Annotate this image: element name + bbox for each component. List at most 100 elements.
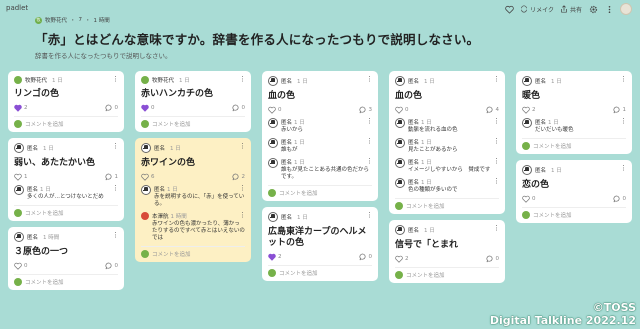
comment-menu-icon[interactable]: ⋮ <box>620 118 627 125</box>
add-comment-field[interactable]: コメントを追加 <box>522 138 626 150</box>
post-title: 血の色 <box>395 91 423 101</box>
comment-count-button[interactable]: 4 <box>486 106 499 114</box>
add-comment-field[interactable]: コメントを追加 <box>14 116 118 128</box>
comment-count-button[interactable]: 0 <box>105 104 119 112</box>
add-comment-placeholder: コメントを追加 <box>533 144 572 150</box>
add-comment-field[interactable]: コメントを追加 <box>268 265 372 277</box>
like-button[interactable]: 1 <box>14 173 28 181</box>
comment-menu-icon[interactable]: ⋮ <box>366 118 373 125</box>
anonymous-avatar-icon <box>522 118 532 128</box>
comment-menu-icon[interactable]: ⋮ <box>493 178 500 185</box>
share-button[interactable]: 共有 <box>560 5 582 14</box>
comment-count-button[interactable]: 0 <box>486 255 499 263</box>
post-card[interactable]: 匿名 1 日 ⋮ 恋の色 0 0 コメントを追加 <box>516 160 632 223</box>
comment-count: 0 <box>114 105 119 111</box>
heart-icon[interactable] <box>504 4 514 14</box>
anonymous-avatar-icon <box>268 138 278 148</box>
add-comment-field[interactable]: コメントを追加 <box>522 207 626 219</box>
post-card[interactable]: 匿名 1 時間 ⋮ ３原色の一つ 0 0 コメントを追加 <box>8 227 124 290</box>
comment-menu-icon[interactable]: ⋮ <box>366 158 373 165</box>
post-menu-icon[interactable]: ⋮ <box>493 225 500 232</box>
post-menu-icon[interactable]: ⋮ <box>239 76 246 83</box>
post-card[interactable]: 匿名 1 日 ⋮ 血の色 0 3 匿名 1 日赤いから ⋮ 匿名 1 日誰もが ⋮ 匿名 1 日誰もが見た… <box>262 71 378 201</box>
post-header: 匿名 1 日 ⋮ <box>268 76 373 86</box>
post-menu-icon[interactable]: ⋮ <box>493 76 500 83</box>
comment-count-button[interactable]: 0 <box>105 262 119 270</box>
like-button[interactable]: 0 <box>268 106 282 114</box>
comment-author: 本澤航 <box>152 214 169 220</box>
like-button[interactable]: 0 <box>14 262 28 270</box>
comment-author: 匿名 <box>154 187 166 193</box>
post-menu-icon[interactable]: ⋮ <box>366 76 373 83</box>
post-header: 匿名 1 日 ⋮ <box>14 143 119 153</box>
comment-text: 見たことがあるから <box>408 147 458 153</box>
post-author: 匿名 <box>27 146 39 152</box>
watermark-copyright: ©TOSS <box>592 301 636 314</box>
post-card[interactable]: 牧野花代 1 日 ⋮ 赤いハンカチの色 0 0 コメントを追加 <box>135 71 251 132</box>
post-card[interactable]: 匿名 1 日 ⋮ 弱い、あたたかい色 1 1 匿名 1 日多くの人が…とつけないとだめ ⋮ コメン… <box>8 138 124 221</box>
add-comment-field[interactable]: コメントを追加 <box>14 274 118 286</box>
like-button[interactable]: 2 <box>14 104 28 112</box>
post-title: 暖色 <box>522 91 541 101</box>
like-button[interactable]: 0 <box>395 106 409 114</box>
post-menu-icon[interactable]: ⋮ <box>112 143 119 150</box>
like-button[interactable]: 2 <box>268 253 282 261</box>
comment-menu-icon[interactable]: ⋮ <box>366 138 373 145</box>
current-user-avatar <box>141 250 149 258</box>
post-card[interactable]: 匿名 1 日 ⋮ 広島東洋カープのヘルメットの色 2 0 コメントを追加 <box>262 207 378 281</box>
watermark: ©TOSS Digital Talkline 2022.12 <box>490 301 636 327</box>
post-menu-icon[interactable]: ⋮ <box>620 76 627 83</box>
add-comment-field[interactable]: コメントを追加 <box>395 198 499 210</box>
post-menu-icon[interactable]: ⋮ <box>239 143 246 150</box>
comment-menu-icon[interactable]: ⋮ <box>493 158 500 165</box>
comment-count-button[interactable]: 0 <box>232 104 245 112</box>
post-title: 広島東洋カープのヘルメットの色 <box>268 227 367 248</box>
heart-icon <box>268 253 276 261</box>
comment-menu-icon[interactable]: ⋮ <box>493 138 500 145</box>
comment-count-button[interactable]: 1 <box>105 173 118 181</box>
add-comment-field[interactable]: コメントを追加 <box>268 185 372 197</box>
user-avatar[interactable] <box>620 3 632 15</box>
comment-count-button[interactable]: 0 <box>359 253 372 261</box>
like-button[interactable]: 0 <box>522 195 536 203</box>
post-menu-icon[interactable]: ⋮ <box>366 212 373 219</box>
post-card[interactable]: 匿名 1 日 ⋮ 赤ワインの色 6 2 匿名 1 日赤を説明するのに、「赤」を使っている。 ⋮ 本… <box>135 138 251 262</box>
comment-count: 0 <box>114 263 119 269</box>
post-menu-icon[interactable]: ⋮ <box>112 232 119 239</box>
comment-bubble-icon <box>613 106 620 114</box>
post-stats: 00 <box>14 262 118 270</box>
add-comment-field[interactable]: コメントを追加 <box>141 116 245 128</box>
comment-count-button[interactable]: 0 <box>613 195 626 203</box>
board-meta: 牧 牧野花代 ・ 7 ・ 1 時間 <box>35 16 479 24</box>
post-card[interactable]: 牧野花代 1 日 ⋮ リンゴの色 2 0 コメントを追加 <box>8 71 124 132</box>
post-menu-icon[interactable]: ⋮ <box>112 76 119 83</box>
like-button[interactable]: 6 <box>141 173 155 181</box>
post-card[interactable]: 匿名 1 日 ⋮ 血の色 0 4 匿名 1 日動脈を流れる血の色 ⋮ 匿名 1 日見たことがあるから… <box>389 71 505 214</box>
current-user-avatar <box>268 189 276 197</box>
padlet-logo[interactable]: padlet <box>6 4 28 12</box>
comment-time: 1 日 <box>421 180 432 186</box>
settings-gear-icon[interactable] <box>588 4 598 14</box>
comment-author: 匿名 <box>535 120 547 126</box>
like-button[interactable]: 2 <box>395 255 409 263</box>
like-button[interactable]: 2 <box>522 106 536 114</box>
comment-text: 誰もが見たことある共通の色だからです。 <box>281 167 370 180</box>
comment-menu-icon[interactable]: ⋮ <box>493 118 500 125</box>
post-card[interactable]: 匿名 1 日 ⋮ 信号で「とまれ 2 0 コメントを追加 <box>389 220 505 283</box>
more-menu-icon[interactable] <box>604 4 614 14</box>
comment-menu-icon[interactable]: ⋮ <box>239 185 246 192</box>
remake-button[interactable]: リメイク <box>520 5 554 14</box>
comment-count-button[interactable]: 3 <box>359 106 373 114</box>
comment-menu-icon[interactable]: ⋮ <box>112 185 119 192</box>
post-card[interactable]: 匿名 1 日 ⋮ 暖色 2 1 匿名 1 日だいだいも暖色 ⋮ コメントを追加 <box>516 71 632 154</box>
like-button[interactable]: 0 <box>141 104 155 112</box>
add-comment-field[interactable]: コメントを追加 <box>141 246 245 258</box>
post-menu-icon[interactable]: ⋮ <box>620 165 627 172</box>
comment-count-button[interactable]: 1 <box>613 106 626 114</box>
comment-menu-icon[interactable]: ⋮ <box>239 212 246 219</box>
add-comment-field[interactable]: コメントを追加 <box>395 267 499 279</box>
comment-count-button[interactable]: 2 <box>232 173 245 181</box>
add-comment-field[interactable]: コメントを追加 <box>14 205 118 217</box>
comment-bubble-icon <box>486 106 493 114</box>
comment-count: 3 <box>368 107 373 113</box>
